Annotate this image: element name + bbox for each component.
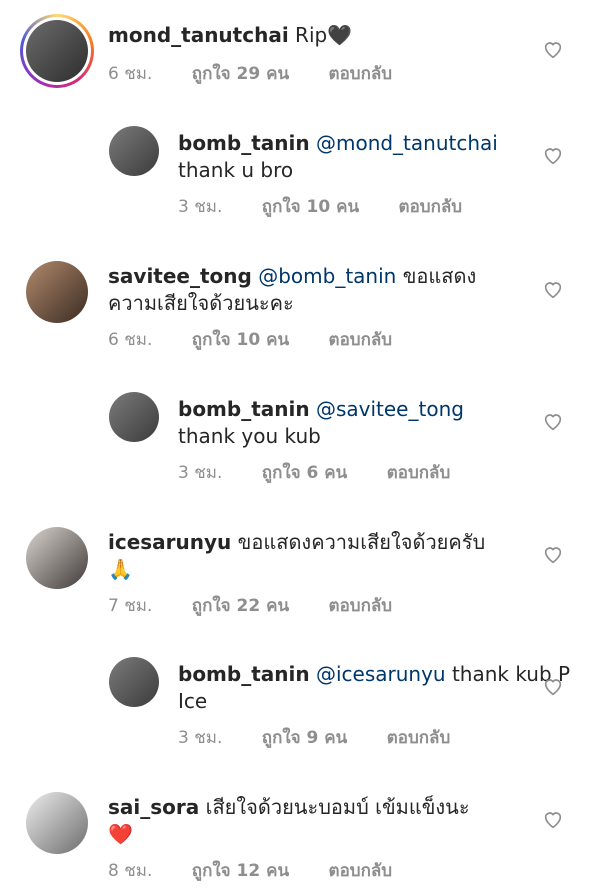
comment-meta: 6 ชม. ถูกใจ 29 คน ตอบกลับ <box>108 60 426 87</box>
comment-text: mond_tanutchai Rip🖤 <box>108 22 508 49</box>
reply-button[interactable]: ตอบกลับ <box>387 728 451 748</box>
timestamp: 3 ชม. <box>178 728 223 748</box>
timestamp: 6 ชม. <box>108 330 153 350</box>
reply-button[interactable]: ตอบกลับ <box>329 64 393 84</box>
comment-meta: 6 ชม. ถูกใจ 10 คน ตอบกลับ <box>108 326 426 353</box>
avatar[interactable] <box>109 392 159 442</box>
comment-text: sai_sora เสียใจด้วยนะบอมบ์ เข้มแข็งนะ ❤️ <box>108 794 508 848</box>
avatar[interactable] <box>26 527 88 589</box>
reply-button[interactable]: ตอบกลับ <box>399 197 463 217</box>
like-heart-icon[interactable] <box>542 543 564 565</box>
reply-button[interactable]: ตอบกลับ <box>387 463 451 483</box>
reply-button[interactable]: ตอบกลับ <box>329 861 393 881</box>
likes-count[interactable]: ถูกใจ 9 คน <box>262 728 348 748</box>
comment-body: เสียใจด้วยนะบอมบ์ เข้มแข็งนะ <box>205 795 470 819</box>
username[interactable]: bomb_tanin <box>178 397 310 421</box>
username[interactable]: icesarunyu <box>108 530 231 554</box>
comment-text: bomb_tanin @mond_tanutchai thank u bro <box>178 130 578 184</box>
comment-meta: 3 ชม. ถูกใจ 9 คน ตอบกลับ <box>178 724 484 751</box>
comment-meta: 3 ชม. ถูกใจ 6 คน ตอบกลับ <box>178 459 484 486</box>
like-heart-icon[interactable] <box>542 144 564 166</box>
avatar[interactable] <box>109 126 159 176</box>
avatar[interactable] <box>26 261 88 323</box>
likes-count[interactable]: ถูกใจ 10 คน <box>192 330 289 350</box>
mention-link[interactable]: @savitee_tong <box>316 397 464 421</box>
comment-text: bomb_tanin @icesarunyu thank kub P Ice <box>178 661 578 715</box>
folded-hands-emoji: 🙏 <box>108 557 133 581</box>
comment-body: thank you kub <box>178 424 321 448</box>
avatar[interactable] <box>26 792 88 854</box>
story-ring[interactable] <box>20 14 94 88</box>
reply-button[interactable]: ตอบกลับ <box>329 596 393 616</box>
timestamp: 8 ชม. <box>108 861 153 881</box>
likes-count[interactable]: ถูกใจ 12 คน <box>192 861 289 881</box>
comment-meta: 3 ชม. ถูกใจ 10 คน ตอบกลับ <box>178 193 496 220</box>
username[interactable]: savitee_tong <box>108 264 252 288</box>
red-heart-emoji: ❤️ <box>108 822 133 846</box>
timestamp: 6 ชม. <box>108 64 153 84</box>
username[interactable]: bomb_tanin <box>178 131 310 155</box>
black-heart-emoji: 🖤 <box>327 23 353 47</box>
comment-body: ขอแสดงความเสียใจด้วยครับ <box>237 530 486 554</box>
mention-link[interactable]: @bomb_tanin <box>258 264 396 288</box>
like-heart-icon[interactable] <box>542 808 564 830</box>
timestamp: 7 ชม. <box>108 596 153 616</box>
likes-count[interactable]: ถูกใจ 6 คน <box>262 463 348 483</box>
like-heart-icon[interactable] <box>542 410 564 432</box>
likes-count[interactable]: ถูกใจ 10 คน <box>262 197 359 217</box>
mention-link[interactable]: @icesarunyu <box>316 662 446 686</box>
reply-button[interactable]: ตอบกลับ <box>329 330 393 350</box>
comment-meta: 8 ชม. ถูกใจ 12 คน ตอบกลับ <box>108 857 426 884</box>
comment-body: Rip <box>295 23 328 47</box>
avatar[interactable] <box>26 20 88 82</box>
comment-body: thank u bro <box>178 158 294 182</box>
likes-count[interactable]: ถูกใจ 22 คน <box>192 596 289 616</box>
like-heart-icon[interactable] <box>542 675 564 697</box>
like-heart-icon[interactable] <box>542 38 564 60</box>
comment-meta: 7 ชม. ถูกใจ 22 คน ตอบกลับ <box>108 592 426 619</box>
avatar[interactable] <box>109 657 159 707</box>
mention-link[interactable]: @mond_tanutchai <box>316 131 498 155</box>
timestamp: 3 ชม. <box>178 463 223 483</box>
username[interactable]: mond_tanutchai <box>108 23 289 47</box>
comment-text: icesarunyu ขอแสดงความเสียใจด้วยครับ 🙏 <box>108 529 508 583</box>
username[interactable]: sai_sora <box>108 795 199 819</box>
comment-text: bomb_tanin @savitee_tong thank you kub <box>178 396 578 450</box>
comment-text: savitee_tong @bomb_tanin ขอแสดงความเสียใ… <box>108 263 508 317</box>
likes-count[interactable]: ถูกใจ 29 คน <box>192 64 289 84</box>
like-heart-icon[interactable] <box>542 278 564 300</box>
timestamp: 3 ชม. <box>178 197 223 217</box>
username[interactable]: bomb_tanin <box>178 662 310 686</box>
